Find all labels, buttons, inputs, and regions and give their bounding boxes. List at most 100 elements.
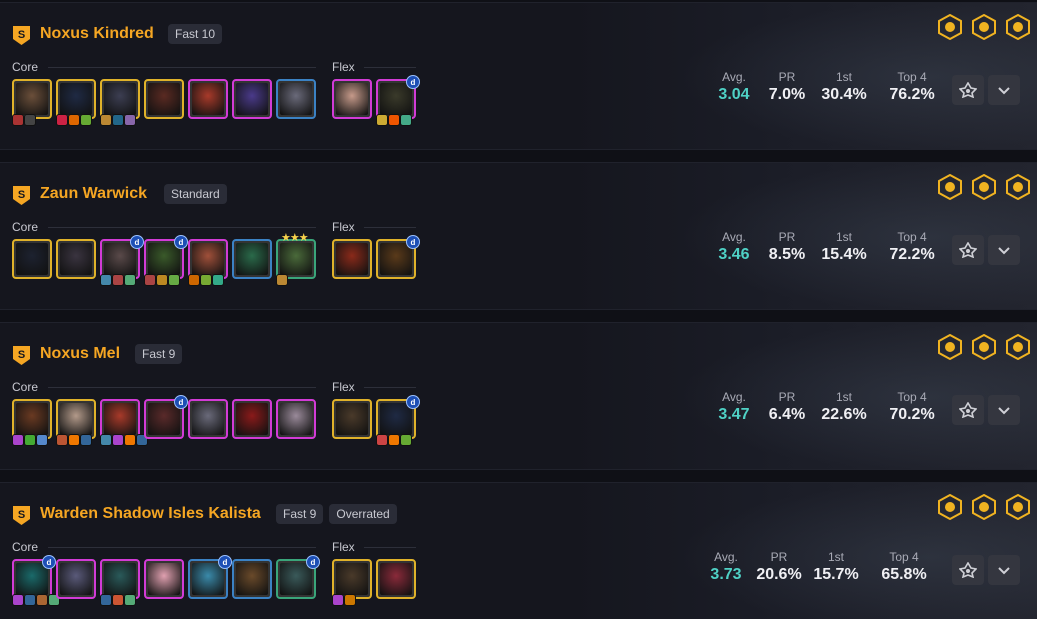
champion-portrait[interactable] — [188, 399, 228, 439]
trait-icons — [936, 333, 1032, 361]
champion-portrait[interactable]: d — [276, 555, 320, 599]
item-icon[interactable] — [400, 434, 412, 446]
champion-portrait[interactable] — [56, 559, 96, 599]
item-icon[interactable] — [24, 114, 36, 126]
item-icon[interactable] — [388, 114, 400, 126]
item-icon[interactable] — [100, 434, 112, 446]
champion-portrait[interactable] — [56, 239, 96, 279]
champion-portrait[interactable]: d — [376, 235, 420, 279]
champion-portrait[interactable]: d — [12, 555, 60, 606]
comp-name[interactable]: Noxus Mel — [40, 345, 120, 363]
item-icon[interactable] — [68, 114, 80, 126]
item-icon[interactable] — [276, 274, 288, 286]
item-icon[interactable] — [80, 114, 92, 126]
item-icon[interactable] — [112, 434, 124, 446]
champion-portrait[interactable] — [56, 79, 96, 126]
item-icon[interactable] — [168, 274, 180, 286]
item-icon[interactable] — [200, 274, 212, 286]
comp-card[interactable]: S Noxus Mel Fast 9 Core Flex d d Avg. 3.47 PR 6.4%… — [0, 322, 1037, 470]
champion-portrait[interactable] — [232, 399, 272, 439]
champion-portrait[interactable] — [144, 559, 184, 599]
item-icon[interactable] — [388, 434, 400, 446]
item-icon[interactable] — [144, 274, 156, 286]
item-icon[interactable] — [124, 434, 136, 446]
champion-portrait[interactable] — [12, 239, 52, 279]
item-icon[interactable] — [12, 434, 24, 446]
champion-portrait[interactable] — [188, 239, 228, 286]
item-icon[interactable] — [376, 114, 388, 126]
comp-tag: Standard — [164, 184, 227, 204]
champion-portrait[interactable]: d — [100, 235, 144, 286]
champion-portrait[interactable] — [376, 559, 416, 599]
item-icon[interactable] — [68, 434, 80, 446]
item-icon[interactable] — [12, 114, 24, 126]
item-icon[interactable] — [112, 114, 124, 126]
item-icon[interactable] — [12, 594, 24, 606]
champion-portrait[interactable]: d — [144, 395, 188, 439]
champion-portrait[interactable] — [12, 79, 52, 126]
expand-button[interactable] — [988, 555, 1020, 585]
item-icon[interactable] — [156, 274, 168, 286]
champion-portrait[interactable] — [332, 239, 372, 279]
champion-portrait[interactable] — [188, 79, 228, 119]
team-planner-button[interactable] — [952, 555, 984, 585]
expand-button[interactable] — [988, 75, 1020, 105]
item-icon[interactable] — [36, 434, 48, 446]
champion-portrait[interactable] — [332, 79, 372, 119]
item-icon[interactable] — [56, 114, 68, 126]
item-icon[interactable] — [100, 274, 112, 286]
stat-first: 1st 22.6% — [812, 390, 876, 424]
item-icon[interactable] — [124, 594, 136, 606]
champion-portrait[interactable] — [100, 559, 140, 606]
item-icon[interactable] — [24, 594, 36, 606]
comp-card[interactable]: S Warden Shadow Isles Kalista Fast 9 Overra… — [0, 482, 1037, 619]
champion-portrait[interactable]: d — [376, 75, 420, 126]
champion-portrait[interactable]: ★★★ — [276, 232, 316, 286]
item-icon[interactable] — [344, 594, 356, 606]
item-icon[interactable] — [124, 114, 136, 126]
item-icon[interactable] — [188, 274, 200, 286]
champion-portrait[interactable] — [276, 79, 316, 119]
item-icon[interactable] — [112, 594, 124, 606]
duplicator-icon: d — [406, 75, 420, 89]
comp-name[interactable]: Noxus Kindred — [40, 25, 154, 43]
comp-name[interactable]: Zaun Warwick — [40, 185, 147, 203]
champion-portrait[interactable] — [276, 399, 316, 439]
champion-image — [16, 83, 48, 115]
comp-card[interactable]: S Noxus Kindred Fast 10 Core Flex d Avg. 3.04 PR… — [0, 2, 1037, 150]
item-icon[interactable] — [24, 434, 36, 446]
team-planner-button[interactable] — [952, 395, 984, 425]
item-icon[interactable] — [376, 434, 388, 446]
champion-portrait[interactable] — [56, 399, 96, 446]
stat-value: 20.6% — [756, 566, 802, 583]
champion-image — [148, 83, 180, 115]
item-icon[interactable] — [36, 594, 48, 606]
champion-portrait[interactable] — [100, 399, 148, 446]
champion-portrait[interactable]: d — [376, 395, 420, 446]
champion-portrait[interactable] — [232, 239, 272, 279]
champion-portrait[interactable] — [332, 559, 372, 606]
item-icon[interactable] — [332, 594, 344, 606]
expand-button[interactable] — [988, 395, 1020, 425]
item-icon[interactable] — [100, 114, 112, 126]
item-icon[interactable] — [124, 274, 136, 286]
champion-portrait[interactable]: d — [188, 555, 232, 599]
champion-portrait[interactable] — [232, 559, 272, 599]
champion-portrait[interactable] — [332, 399, 372, 439]
comp-name[interactable]: Warden Shadow Isles Kalista — [40, 505, 261, 523]
item-icon[interactable] — [100, 594, 112, 606]
comp-card[interactable]: S Zaun Warwick Standard Core Flex d d ★★★ d Avg. 3… — [0, 162, 1037, 310]
expand-button[interactable] — [988, 235, 1020, 265]
item-icon[interactable] — [400, 114, 412, 126]
item-icon[interactable] — [212, 274, 224, 286]
champion-portrait[interactable] — [232, 79, 272, 119]
champion-portrait[interactable]: d — [144, 235, 188, 286]
item-icon[interactable] — [80, 434, 92, 446]
team-planner-button[interactable] — [952, 75, 984, 105]
item-icon[interactable] — [56, 434, 68, 446]
team-planner-button[interactable] — [952, 235, 984, 265]
item-icon[interactable] — [112, 274, 124, 286]
champion-portrait[interactable] — [100, 79, 140, 126]
champion-portrait[interactable] — [144, 79, 184, 119]
champion-portrait[interactable] — [12, 399, 52, 446]
